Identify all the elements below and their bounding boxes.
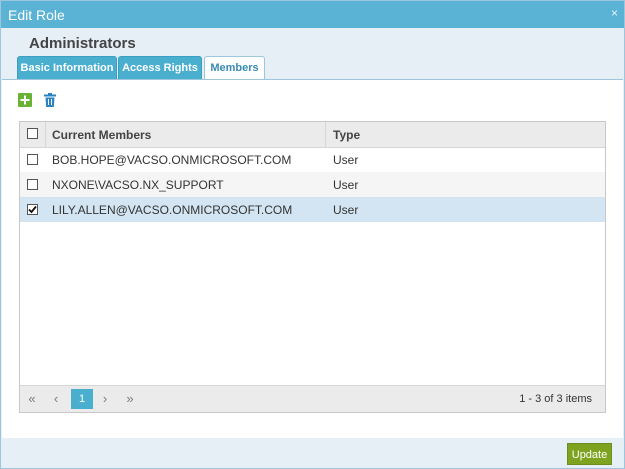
grid-pager: « ‹ 1 › » 1 - 3 of 3 items bbox=[20, 385, 605, 412]
member-type: User bbox=[333, 153, 359, 167]
member-name: NXONE\VACSO.NX_SUPPORT bbox=[52, 178, 224, 192]
dialog-titlebar: Edit Role × bbox=[1, 1, 624, 28]
column-header-current-members[interactable]: Current Members bbox=[52, 128, 151, 142]
table-row[interactable]: NXONE\VACSO.NX_SUPPORT User bbox=[20, 172, 605, 197]
row-checkbox[interactable] bbox=[27, 179, 38, 190]
table-row[interactable]: BOB.HOPE@VACSO.ONMICROSOFT.COM User bbox=[20, 147, 605, 172]
edit-role-dialog: Edit Role × Administrators Basic Informa… bbox=[0, 0, 625, 469]
member-type: User bbox=[333, 178, 359, 192]
member-name: BOB.HOPE@VACSO.ONMICROSOFT.COM bbox=[52, 153, 292, 167]
plus-icon[interactable] bbox=[18, 93, 32, 107]
members-grid: Current Members Type BOB.HOPE@VACSO.ONMI… bbox=[19, 121, 606, 413]
update-button[interactable]: Update bbox=[567, 443, 612, 465]
dialog-title: Edit Role bbox=[8, 7, 65, 23]
tab-members[interactable]: Members bbox=[204, 56, 265, 80]
dialog-footer: Update bbox=[1, 438, 624, 468]
previous-page-icon[interactable]: ‹ bbox=[45, 389, 67, 409]
close-icon[interactable]: × bbox=[611, 6, 618, 20]
first-page-icon[interactable]: « bbox=[21, 389, 43, 409]
trash-icon[interactable] bbox=[43, 93, 57, 107]
tab-basic-information[interactable]: Basic Information bbox=[17, 56, 117, 79]
column-divider bbox=[45, 122, 46, 147]
select-all-checkbox[interactable] bbox=[27, 128, 38, 139]
tab-access-rights[interactable]: Access Rights bbox=[118, 56, 202, 79]
member-type: User bbox=[333, 203, 359, 217]
table-row[interactable]: LILY.ALLEN@VACSO.ONMICROSOFT.COM User bbox=[20, 197, 605, 222]
next-page-icon[interactable]: › bbox=[94, 389, 116, 409]
row-checkbox[interactable] bbox=[27, 154, 38, 165]
row-checkbox-checked[interactable] bbox=[27, 204, 38, 215]
pager-info: 1 - 3 of 3 items bbox=[519, 393, 592, 405]
column-divider bbox=[325, 122, 326, 147]
grid-header: Current Members Type bbox=[20, 122, 605, 148]
column-header-type[interactable]: Type bbox=[333, 128, 360, 142]
role-name-heading: Administrators bbox=[29, 35, 136, 52]
last-page-icon[interactable]: » bbox=[119, 389, 141, 409]
page-number-button[interactable]: 1 bbox=[71, 389, 93, 409]
member-name: LILY.ALLEN@VACSO.ONMICROSOFT.COM bbox=[52, 203, 293, 217]
